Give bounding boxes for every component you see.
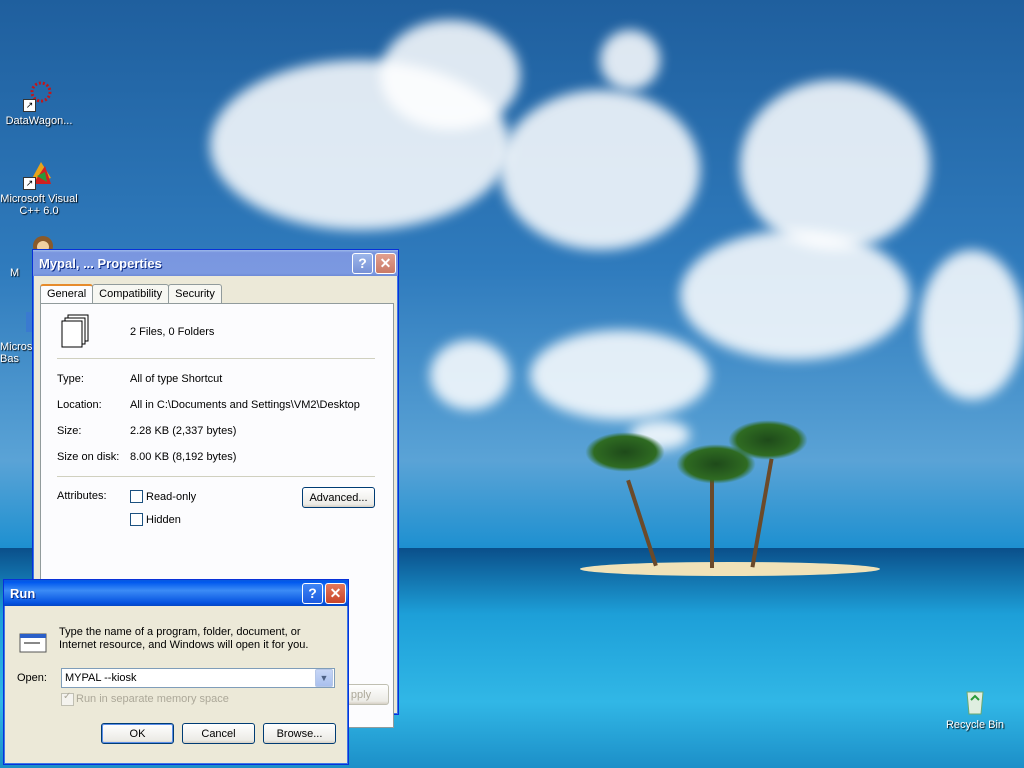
cancel-button[interactable]: Cancel: [182, 723, 255, 744]
recycle-bin-icon: [959, 684, 991, 716]
readonly-checkbox[interactable]: [130, 490, 143, 503]
desktop-icon-datawagon[interactable]: ↗ DataWagon...: [0, 80, 78, 127]
browse-button[interactable]: Browse...: [263, 723, 336, 744]
datawagon-icon: ↗: [23, 80, 55, 112]
properties-close-button[interactable]: ✕: [375, 252, 396, 274]
help-icon: ?: [308, 585, 317, 601]
properties-title: Mypal, ... Properties: [39, 255, 162, 271]
close-icon: ✕: [329, 584, 342, 601]
check-icon: ✓: [63, 691, 72, 702]
run-close-button[interactable]: ✕: [325, 582, 346, 604]
run-program-icon: [18, 630, 50, 654]
file-summary: 2 Files, 0 Folders: [130, 326, 215, 338]
tab-security[interactable]: Security: [168, 284, 222, 303]
run-titlebar[interactable]: Run ? ✕: [4, 580, 348, 606]
size-on-disk-value: 8.00 KB (8,192 bytes): [130, 451, 237, 463]
location-label: Location:: [57, 399, 102, 411]
desktop-icon-visual-cpp[interactable]: ↗ Microsoft Visual C++ 6.0: [0, 158, 78, 217]
open-combobox[interactable]: MYPAL --kiosk ▼: [61, 668, 335, 688]
attributes-label: Attributes:: [57, 490, 107, 502]
desktop-icon-label: Microsoft Visual C++ 6.0: [0, 193, 78, 217]
desktop-icon-label: Recycle Bin: [945, 719, 1005, 731]
close-icon: ✕: [379, 254, 392, 271]
hidden-label: Hidden: [146, 514, 181, 526]
ok-button[interactable]: OK: [101, 723, 174, 744]
separate-memory-checkbox: ✓: [61, 691, 74, 706]
run-description: Type the name of a program, folder, docu…: [59, 626, 309, 651]
hidden-checkbox[interactable]: [130, 513, 143, 526]
properties-titlebar[interactable]: Mypal, ... Properties ? ✕: [33, 250, 398, 276]
readonly-label: Read-only: [146, 491, 197, 503]
separate-memory-label: Run in separate memory space: [76, 693, 229, 705]
type-label: Type:: [57, 373, 84, 385]
properties-help-button[interactable]: ?: [352, 252, 373, 274]
chevron-down-icon[interactable]: ▼: [315, 669, 333, 687]
desktop-icon-recycle-bin[interactable]: Recycle Bin: [936, 684, 1014, 731]
advanced-button[interactable]: Advanced...: [302, 487, 375, 508]
location-value: All in C:\Documents and Settings\VM2\Des…: [130, 399, 360, 411]
desktop-icon-label: Micros Bas: [0, 341, 33, 365]
help-icon: ?: [358, 255, 367, 271]
separator: [57, 358, 375, 359]
properties-tabs: General Compatibility Security: [40, 284, 222, 303]
visual-cpp-icon: ↗: [23, 158, 55, 190]
tab-compatibility[interactable]: Compatibility: [92, 284, 170, 303]
size-value: 2.28 KB (2,337 bytes): [130, 425, 237, 437]
run-help-button[interactable]: ?: [302, 582, 323, 604]
desktop-icon-label: DataWagon...: [5, 115, 73, 127]
desktop-icon-microsoft-basic[interactable]: Micros Bas: [0, 306, 36, 365]
type-value: All of type Shortcut: [130, 373, 223, 385]
size-on-disk-label: Size on disk:: [57, 451, 120, 463]
tab-general[interactable]: General: [40, 284, 94, 303]
size-label: Size:: [57, 425, 82, 437]
run-dialog: Run ? ✕ Type the name of a program, fold…: [3, 579, 349, 765]
shortcut-arrow-icon: ↗: [23, 177, 36, 190]
open-input[interactable]: MYPAL --kiosk: [62, 672, 315, 684]
multiple-files-icon: [61, 314, 91, 348]
apply-label: pply: [350, 688, 372, 701]
separator: [57, 476, 375, 477]
run-title: Run: [10, 585, 36, 601]
open-label: Open:: [17, 672, 47, 684]
shortcut-arrow-icon: ↗: [23, 99, 36, 112]
